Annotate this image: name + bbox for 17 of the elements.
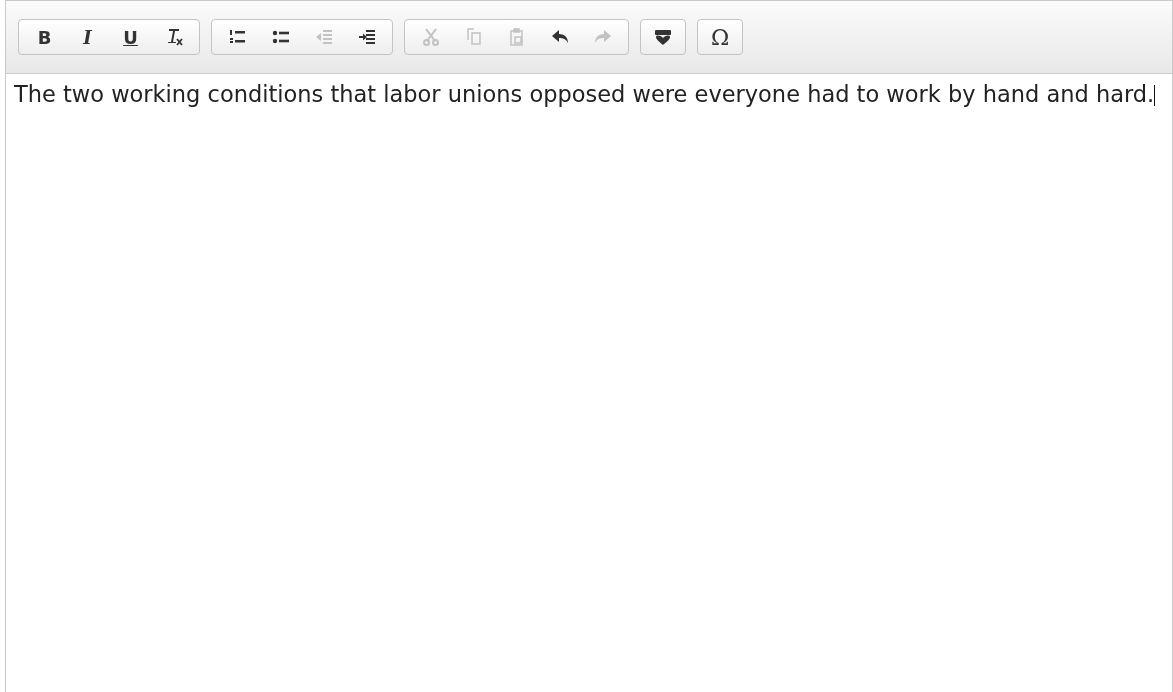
answer-text: The two working conditions that labor unions opposed were everyone had to work by hand and hard.	[14, 81, 1155, 107]
spellcheck-icon	[653, 28, 673, 46]
special-character-button[interactable]: Ω	[702, 22, 738, 52]
remove-format-icon	[167, 29, 183, 46]
bulleted-list-icon	[271, 29, 290, 45]
outdent-icon	[314, 29, 333, 45]
bold-button[interactable]: B	[23, 22, 66, 52]
redo-arrow-icon	[593, 30, 612, 44]
answer-field[interactable]: The two working conditions that labor unions opposed were everyone had to work by hand and hard.	[14, 84, 1164, 106]
copy-icon	[465, 28, 482, 46]
paste-icon	[508, 28, 525, 46]
indent-icon	[357, 29, 376, 45]
numbered-list-icon	[228, 29, 247, 45]
undo-arrow-icon	[550, 30, 569, 44]
underline-button[interactable]: U	[109, 22, 152, 52]
italic-button[interactable]: I	[66, 22, 109, 52]
scissors-icon	[422, 28, 439, 46]
